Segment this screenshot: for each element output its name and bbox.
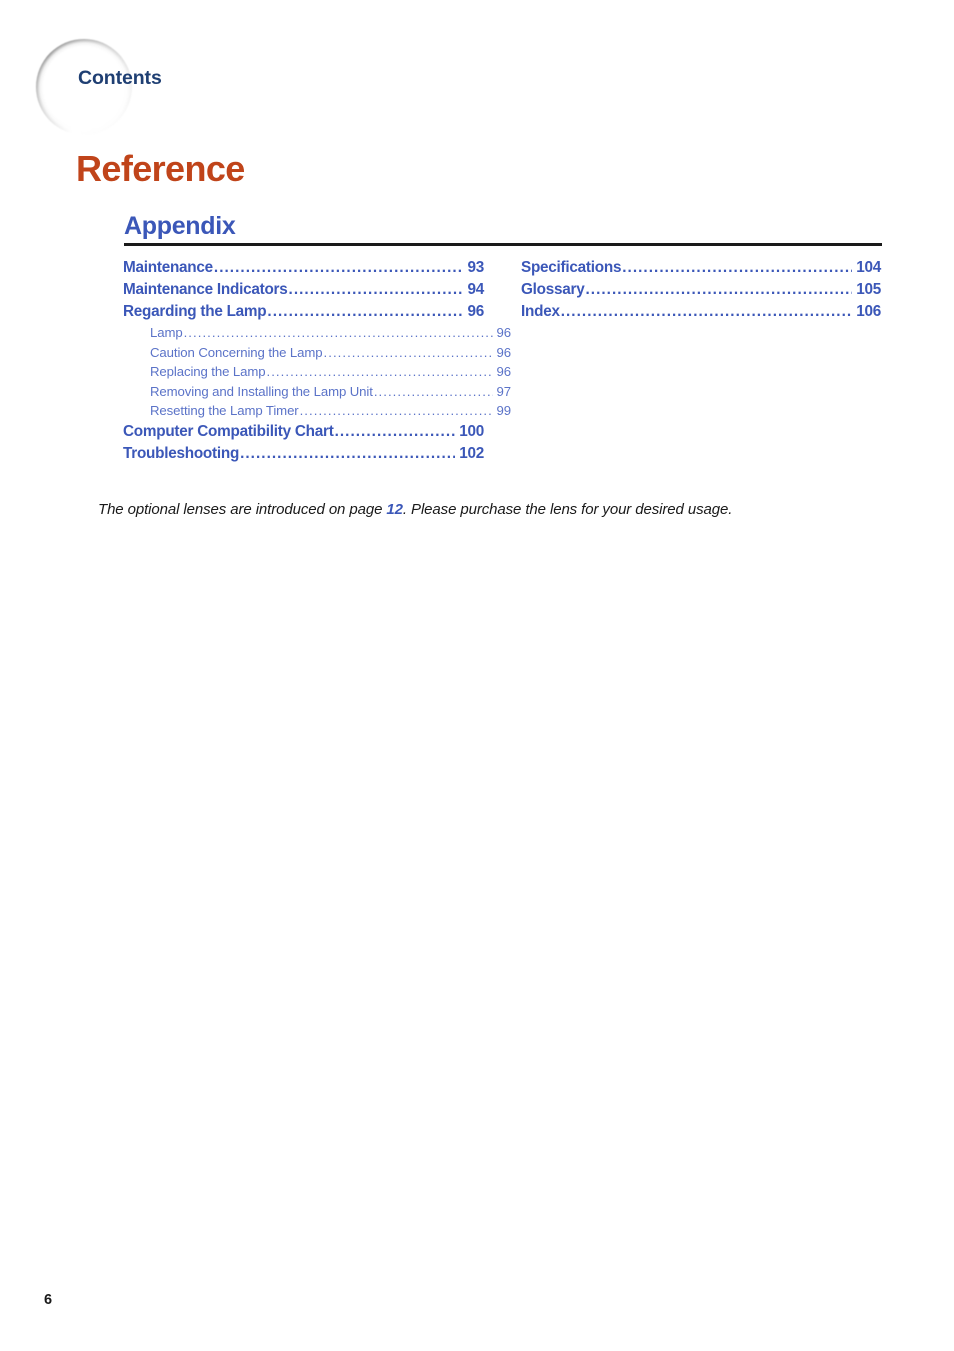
toc-entry-page-number: 93 (467, 259, 484, 276)
toc-entry-page-number: 104 (856, 259, 881, 276)
toc-entry-page-number: 97 (496, 383, 512, 399)
toc-entry-label: Regarding the Lamp (123, 303, 267, 320)
note-page-reference[interactable]: 12 (386, 501, 403, 518)
page-number: 6 (44, 1292, 53, 1308)
toc-entry-label: Computer Compatibility Chart (123, 422, 334, 440)
chapter-title: Appendix (124, 212, 236, 240)
toc-dot-leader (561, 303, 853, 318)
toc-column-left: Maintenance 93 Maintenance Indicators 94 Reg… (123, 259, 511, 467)
toc-entry-page-number: 96 (496, 325, 512, 340)
note-text-after: . Please purchase the lens for your desi… (402, 501, 733, 518)
section-title: Reference (76, 148, 245, 189)
toc-dot-leader (184, 325, 493, 338)
toc-entry-label: Removing and Installing the Lamp Unit (150, 383, 373, 399)
toc-dot-leader (240, 445, 455, 460)
note-paragraph: The optional lenses are introduced on pa… (98, 498, 866, 521)
toc-entry-maintenance[interactable]: Maintenance 93 (123, 259, 484, 281)
toc-dot-leader (289, 281, 464, 296)
toc-entry-maintenance-indicators[interactable]: Maintenance Indicators 94 (123, 281, 484, 303)
toc-entry-label: Troubleshooting (123, 444, 240, 462)
toc-dot-leader (300, 403, 493, 416)
toc-entry-lamp[interactable]: Lamp 96 (123, 325, 511, 345)
document-page: Contents Reference Appendix Maintenance 9… (0, 0, 954, 1351)
toc-column-right: Specifications 104 Glossary 105 Index 106 (521, 259, 881, 325)
title-divider (124, 243, 882, 246)
toc-entry-label: Index (521, 303, 560, 320)
page-header: Contents (0, 0, 954, 150)
toc-entry-regarding-the-lamp[interactable]: Regarding the Lamp 96 (123, 303, 484, 325)
toc-dot-leader (214, 259, 464, 274)
toc-entry-page-number: 100 (459, 422, 484, 440)
toc-entry-resetting-the-lamp-timer[interactable]: Resetting the Lamp Timer 99 (123, 403, 511, 423)
toc-dot-leader (267, 364, 493, 377)
toc-entry-label: Caution Concerning the Lamp (150, 344, 323, 360)
toc-dot-leader (324, 345, 493, 358)
toc-dot-leader (622, 259, 852, 274)
toc-entry-label: Replacing the Lamp (150, 364, 266, 380)
toc-entry-computer-compatibility-chart[interactable]: Computer Compatibility Chart 100 (123, 423, 484, 445)
toc-entry-troubleshooting[interactable]: Troubleshooting 102 (123, 445, 484, 467)
toc-dot-leader (335, 423, 456, 438)
toc-entry-page-number: 96 (467, 303, 484, 320)
toc-entry-glossary[interactable]: Glossary 105 (521, 281, 881, 303)
toc-entry-page-number: 96 (496, 344, 512, 360)
toc-entry-caution-concerning-the-lamp[interactable]: Caution Concerning the Lamp 96 (123, 345, 511, 365)
toc-entry-specifications[interactable]: Specifications 104 (521, 259, 881, 281)
toc-entry-page-number: 99 (496, 403, 512, 419)
toc-dot-leader (374, 384, 493, 397)
toc-entry-label: Specifications (521, 259, 622, 276)
toc-entry-page-number: 102 (459, 444, 484, 462)
running-head: Contents (78, 67, 162, 89)
toc-entry-label: Maintenance Indicators (123, 281, 288, 298)
toc-entry-page-number: 106 (856, 303, 881, 320)
toc-entry-index[interactable]: Index 106 (521, 303, 881, 325)
note-text-before: The optional lenses are introduced on pa… (98, 501, 387, 518)
toc-entry-label: Glossary (521, 281, 585, 298)
toc-entry-page-number: 105 (856, 281, 881, 298)
toc-entry-label: Lamp (150, 325, 183, 340)
toc-entry-page-number: 96 (496, 364, 512, 380)
toc-entry-page-number: 94 (467, 281, 484, 298)
toc-entry-removing-and-installing-the-lamp-unit[interactable]: Removing and Installing the Lamp Unit 97 (123, 384, 511, 404)
toc-dot-leader (267, 303, 463, 318)
toc-entry-label: Maintenance (123, 259, 213, 276)
toc-dot-leader (585, 281, 852, 296)
toc-entry-label: Resetting the Lamp Timer (150, 403, 299, 419)
toc-entry-replacing-the-lamp[interactable]: Replacing the Lamp 96 (123, 364, 511, 384)
